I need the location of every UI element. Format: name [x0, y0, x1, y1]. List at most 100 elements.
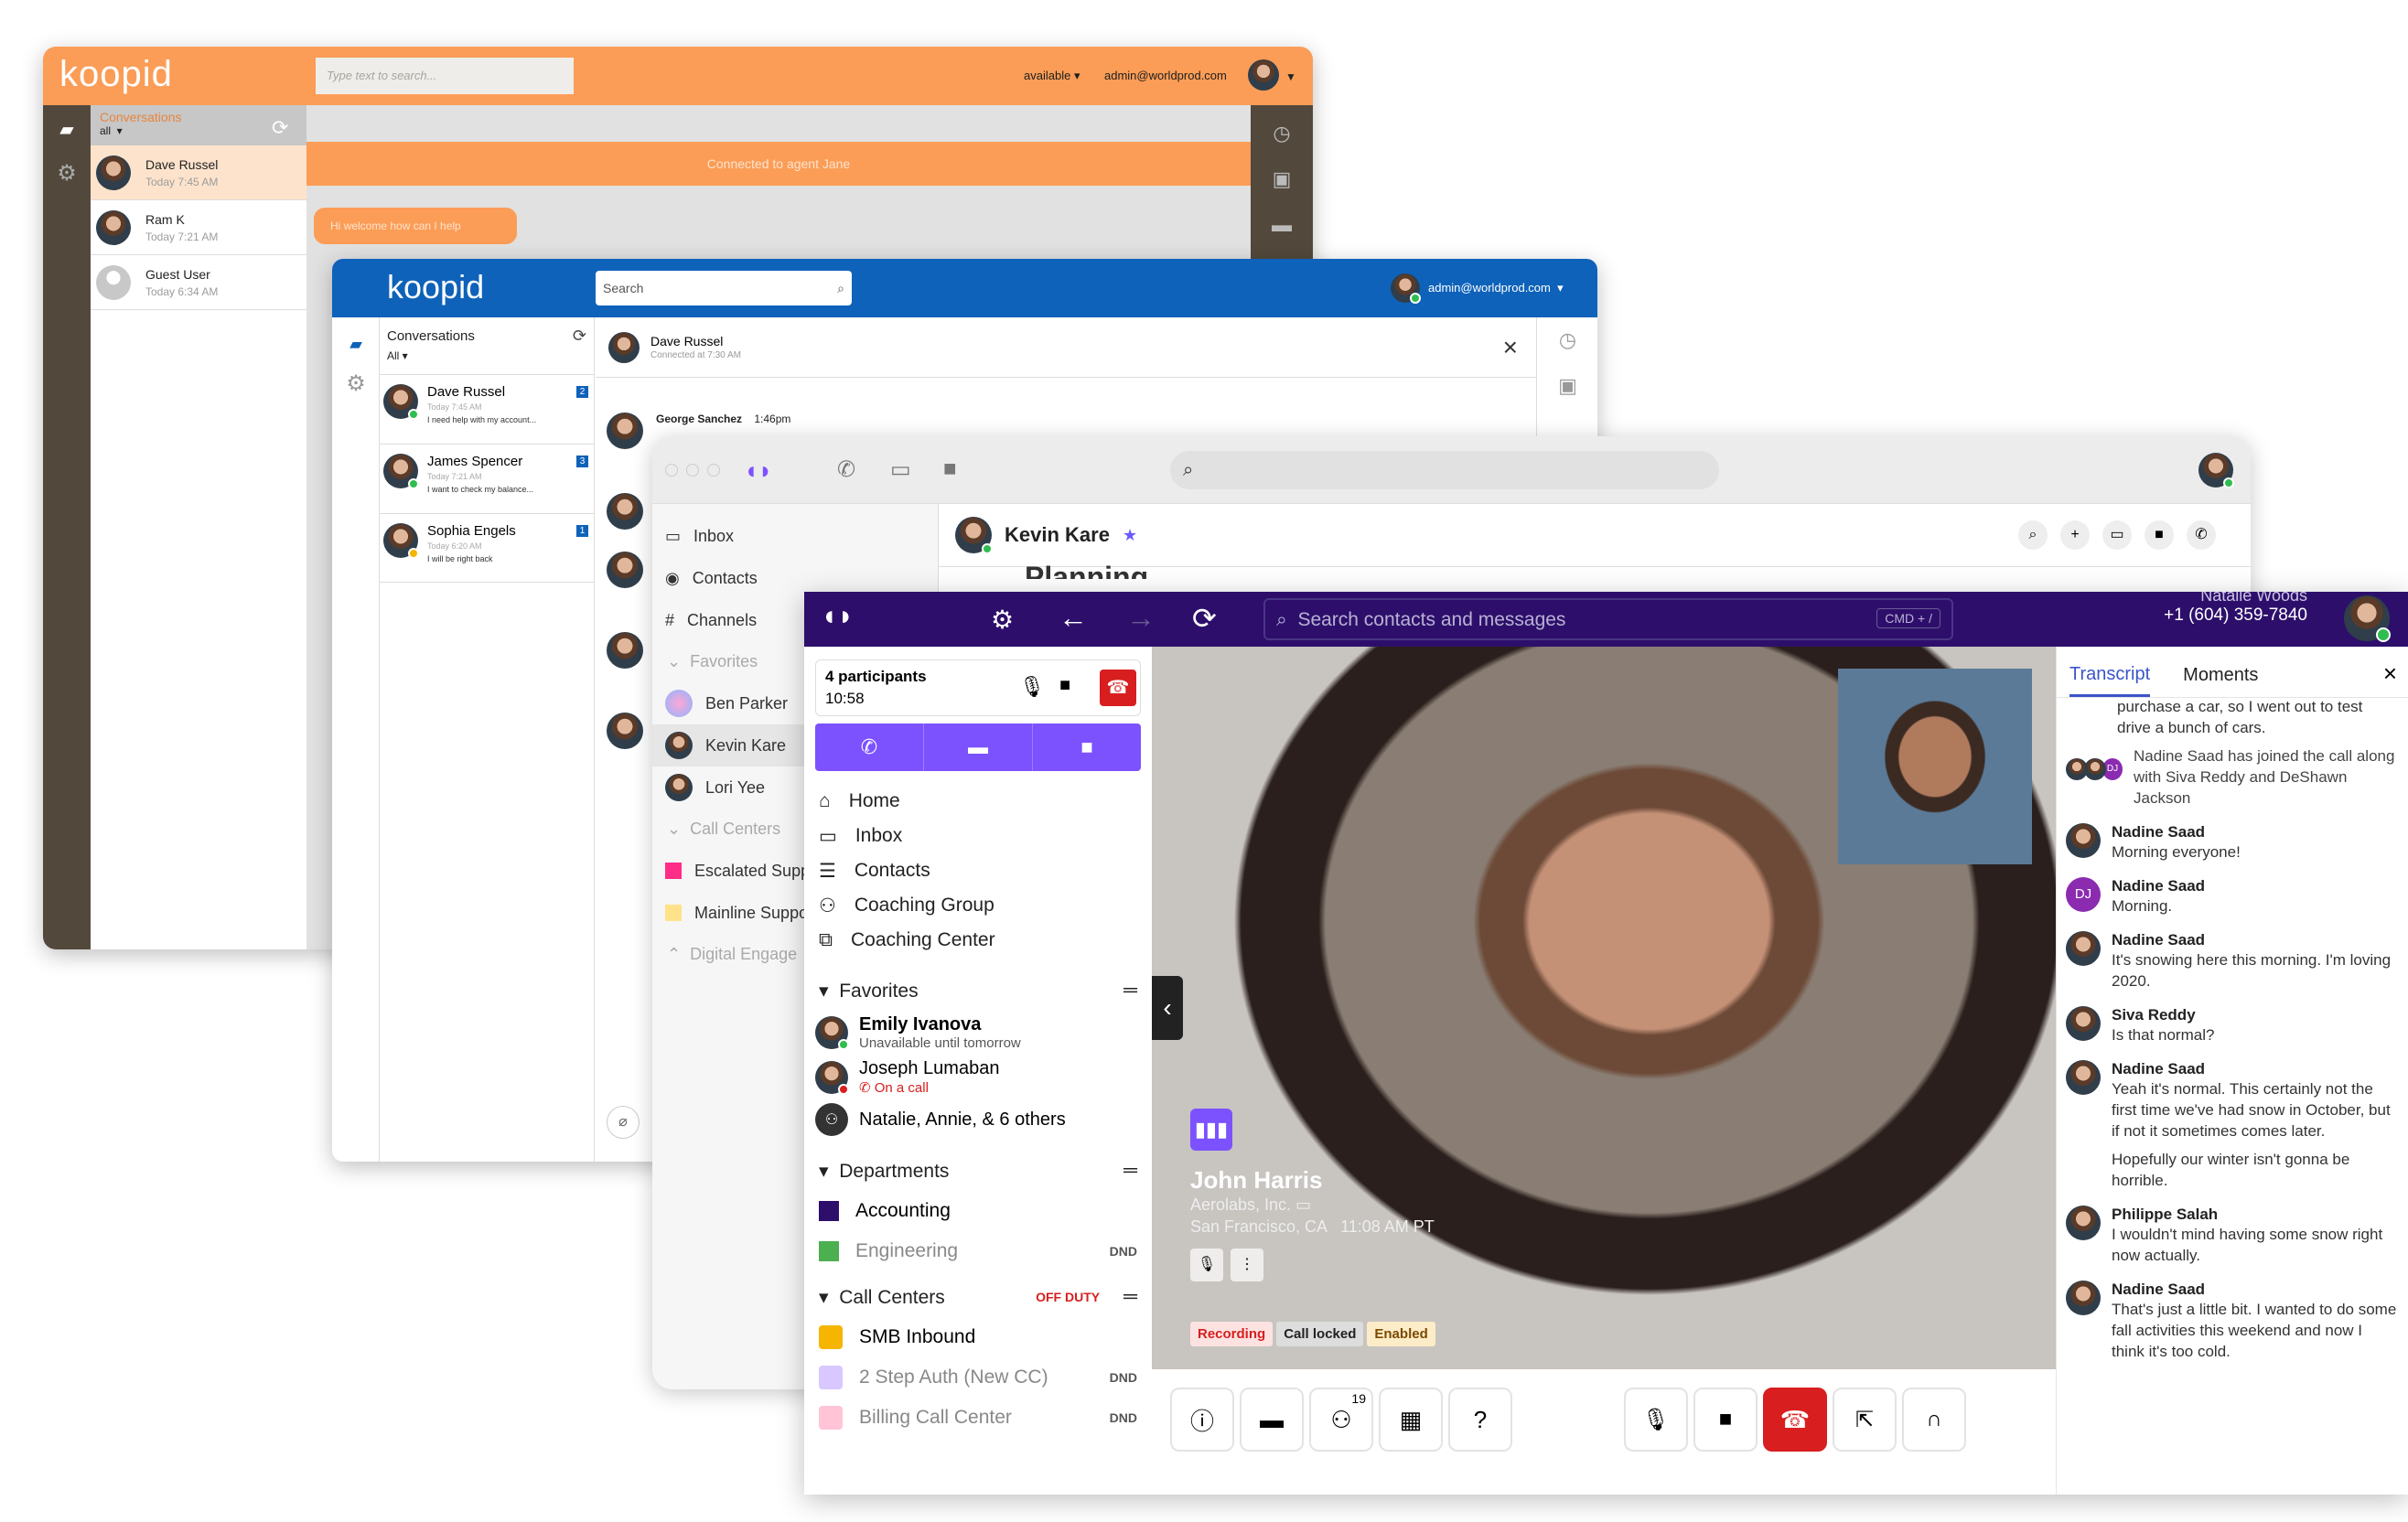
message-icon[interactable]: ▬ [1251, 202, 1313, 248]
search-input[interactable]: Search ⌕ [596, 271, 852, 305]
avatar[interactable] [2344, 595, 2391, 642]
list-item[interactable]: Dave Russel Today 7:45 AM [91, 145, 306, 200]
sidebar-item-coaching-center[interactable]: ⧉ Coaching Center [804, 923, 1152, 958]
section-call-centers[interactable]: ▾ Call Centers OFF DUTY ═ [804, 1277, 1152, 1317]
status-dropdown[interactable]: available ▾ [1024, 69, 1080, 83]
vi-enabled-badge[interactable]: Enabled [1367, 1322, 1435, 1346]
avatar[interactable] [1391, 273, 1421, 304]
phone-button[interactable]: ✆ [815, 723, 924, 771]
avatar[interactable] [2198, 453, 2234, 488]
list-item[interactable]: Ram K Today 7:21 AM [91, 200, 306, 255]
video-icon[interactable]: ■ [2145, 520, 2174, 550]
collapse-sidebar-button[interactable]: ‹ [1152, 976, 1183, 1040]
close-icon[interactable]: × [2383, 659, 2397, 688]
headset-button[interactable]: ∩ [1902, 1388, 1966, 1452]
search-icon[interactable]: ⌕ [837, 281, 844, 296]
sidebar-item-contacts[interactable]: ☰ Contacts [804, 853, 1152, 888]
clock-icon[interactable]: ◷ [1537, 317, 1597, 363]
list-item[interactable]: 2 Step Auth (New CC) DND [804, 1357, 1152, 1398]
message-icon[interactable]: ▭ [890, 456, 911, 483]
hang-up-button[interactable]: ☎ [1763, 1388, 1827, 1452]
list-item[interactable]: SMB Inbound [804, 1317, 1152, 1357]
microphone-button[interactable]: 🎙 [1624, 1388, 1688, 1452]
contact-card-icon[interactable]: ▣ [1537, 363, 1597, 409]
message-button[interactable]: ▬ [924, 723, 1033, 771]
search-icon[interactable]: ⌕ [2018, 520, 2048, 550]
more-options-icon[interactable]: ⋮ [1231, 1249, 1263, 1281]
chat-icon[interactable]: ▰ [332, 323, 380, 365]
screen-share-button[interactable]: ⇱ [1833, 1388, 1897, 1452]
refresh-icon[interactable]: ⟳ [1192, 601, 1217, 636]
window-controls[interactable] [665, 464, 720, 477]
avatar[interactable] [1248, 59, 1279, 91]
add-user-icon[interactable]: + [2060, 520, 2090, 550]
search-input[interactable]: ⌕ Search contacts and messages CMD + / [1263, 598, 1953, 640]
list-item[interactable]: Sophia Engels Today 6:20 AM I will be righ… [380, 513, 594, 583]
list-item[interactable]: Engineering DND [804, 1231, 1152, 1271]
contact-card-icon[interactable]: ▣ [1251, 156, 1313, 202]
self-view-video[interactable] [1838, 669, 2032, 864]
participants-button[interactable]: ⚇ 19 [1309, 1388, 1373, 1452]
drag-handle-icon[interactable]: ═ [1123, 1286, 1137, 1308]
close-icon[interactable]: × [1503, 333, 1518, 362]
transcript-text: purchase a car, so I went out to test dr… [2117, 698, 2363, 736]
list-item[interactable]: Guest User Today 6:34 AM [91, 255, 306, 310]
chat-button[interactable]: ▬ [1240, 1388, 1304, 1452]
list-item[interactable]: James Spencer Today 7:21 AM I want to chec… [380, 444, 594, 513]
search-input[interactable]: Type text to search... [316, 58, 574, 94]
filter-dropdown[interactable]: All ▾ [387, 349, 586, 362]
clock-icon[interactable]: ◷ [1251, 111, 1313, 156]
forward-arrow-icon[interactable]: → [1126, 601, 1156, 635]
star-icon[interactable]: ★ [1123, 526, 1137, 545]
video-button[interactable]: ■ [1033, 723, 1141, 771]
list-item[interactable]: Joseph Lumaban ✆ On a call [804, 1055, 1152, 1099]
tab-transcript[interactable]: Transcript [2069, 664, 2151, 697]
search-input[interactable]: ⌕ [1170, 451, 1719, 489]
chevron-down-icon[interactable]: ▼ [1285, 70, 1296, 83]
message-icon[interactable]: ▭ [2102, 520, 2132, 550]
chat-subtitle: Connected at 7:30 AM [650, 350, 741, 360]
help-button[interactable]: ? [1448, 1388, 1512, 1452]
chat-icon[interactable]: ▰ [43, 111, 91, 147]
list-item[interactable]: Accounting [804, 1191, 1152, 1231]
keypad-button[interactable]: ▦ [1379, 1388, 1443, 1452]
attachment-icon[interactable]: ⌀ [607, 1106, 640, 1139]
sidebar-item-inbox[interactable]: ▭ Inbox [804, 819, 1152, 853]
sidebar-item-home[interactable]: ⌂ Home [804, 784, 1152, 819]
gear-icon[interactable]: ⚙ [43, 155, 91, 191]
gear-icon[interactable]: ⚙ [991, 605, 1014, 635]
info-button[interactable]: ⓘ [1170, 1388, 1234, 1452]
microphone-icon[interactable]: 🎙 [1190, 1249, 1223, 1281]
recording-badge[interactable]: Recording [1190, 1322, 1274, 1346]
video-icon[interactable]: ■ [1059, 675, 1070, 696]
off-duty-badge[interactable]: OFF DUTY [1036, 1290, 1100, 1304]
phone-icon[interactable]: ✆ [837, 456, 855, 483]
gear-icon[interactable]: ⚙ [332, 365, 380, 402]
video-icon[interactable]: ■ [943, 456, 957, 482]
hang-up-button[interactable]: ☎ [1100, 670, 1136, 706]
section-favorites[interactable]: ▾ Favorites ═ [804, 970, 1152, 1011]
section-departments[interactable]: ▾ Departments ═ [804, 1151, 1152, 1191]
speaker-name: Nadine Saad [2112, 1060, 2206, 1077]
chat-header: Dave Russel Connected at 7:30 AM × [596, 317, 1536, 378]
refresh-icon[interactable]: ⟳ [272, 116, 288, 140]
active-call-card[interactable]: 4 participants 10:58 🎙 ■ ☎ [815, 659, 1141, 716]
list-item[interactable]: Emily Ivanova Unavailable until tomorrow [804, 1011, 1152, 1055]
list-item[interactable]: ⚇ Natalie, Annie, & 6 others [804, 1099, 1152, 1140]
filter-dropdown[interactable]: all ▾ [100, 124, 297, 137]
contact-time: Today 6:20 AM [427, 541, 482, 551]
refresh-icon[interactable]: ⟳ [573, 327, 586, 346]
microphone-icon[interactable]: 🎙 [1019, 675, 1045, 699]
call-locked-badge[interactable]: Call locked [1276, 1322, 1364, 1346]
phone-icon[interactable]: ✆ [2187, 520, 2216, 550]
drag-handle-icon[interactable]: ═ [1123, 980, 1137, 1002]
tab-moments[interactable]: Moments [2183, 665, 2258, 697]
sidebar-item-coaching-group[interactable]: ⚇ Coaching Group [804, 888, 1152, 923]
video-button[interactable]: ■ [1693, 1388, 1758, 1452]
sidebar-item-inbox[interactable]: ▭ Inbox [652, 515, 938, 557]
list-item[interactable]: Billing Call Center DND [804, 1398, 1152, 1438]
list-item[interactable]: Dave Russel Today 7:45 AM I need help with… [380, 374, 594, 444]
drag-handle-icon[interactable]: ═ [1123, 1160, 1137, 1182]
user-email[interactable]: admin@worldprod.com ▾ [1428, 281, 1564, 295]
back-arrow-icon[interactable]: ← [1059, 601, 1088, 635]
